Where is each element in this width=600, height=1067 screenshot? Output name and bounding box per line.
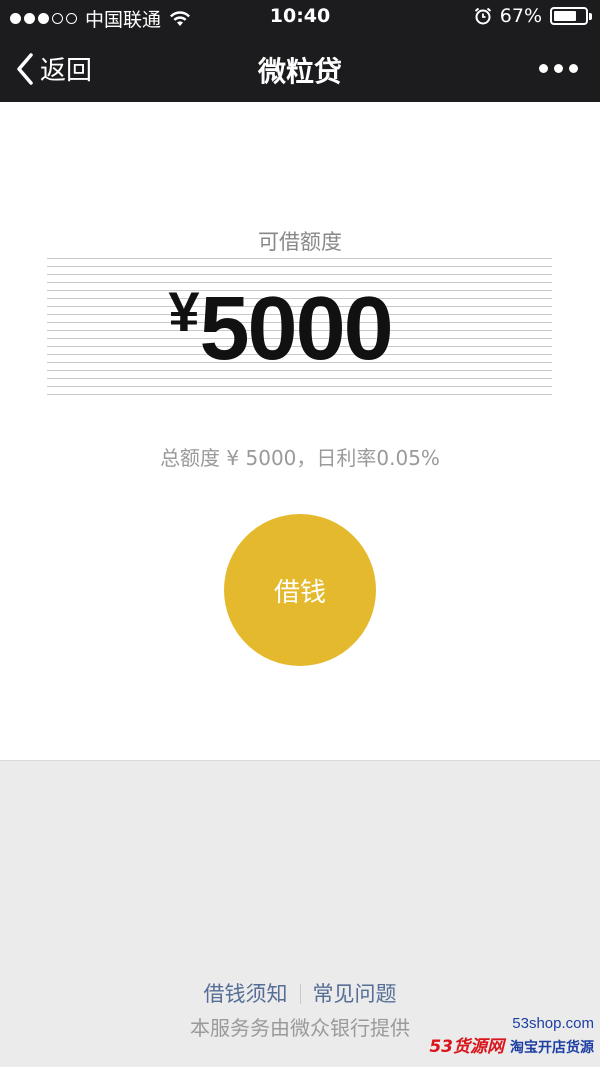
status-right: 67% [474,5,592,27]
loan-panel: 可借额度 ¥5000 总额度 ¥ 5000，日利率0.05% 借钱 [0,102,600,761]
footer-links: 借钱须知 常见问题 [0,978,600,1008]
more-dots-icon [539,64,548,73]
watermark-brand: 53货源网 [429,1037,504,1057]
navigation-bar: 返回 微粒贷 [0,34,600,102]
faq-link[interactable]: 常见问题 [313,982,397,1006]
amount-value: 5000 [199,279,393,379]
more-options-button[interactable] [539,64,578,73]
watermark-site: 53shop.com [512,1015,594,1032]
status-bar: 中国联通 10:40 67% [0,0,600,34]
battery-icon [550,7,592,25]
link-divider [299,984,301,1004]
limit-label: 可借额度 [258,230,342,254]
battery-percent: 67% [499,5,542,27]
watermark: 53shop.com 53货源网 淘宝开店货源 [429,1015,594,1057]
page-title: 微粒贷 [257,55,342,88]
available-amount: ¥5000 [0,278,560,381]
total-limit-info: 总额度 ¥ 5000，日利率0.05% [160,446,440,470]
alarm-icon [474,7,491,25]
borrow-button[interactable]: 借钱 [224,514,376,666]
watermark-slogan: 淘宝开店货源 [510,1040,594,1056]
currency-symbol: ¥ [168,280,199,343]
borrowing-notice-link[interactable]: 借钱须知 [204,982,288,1006]
